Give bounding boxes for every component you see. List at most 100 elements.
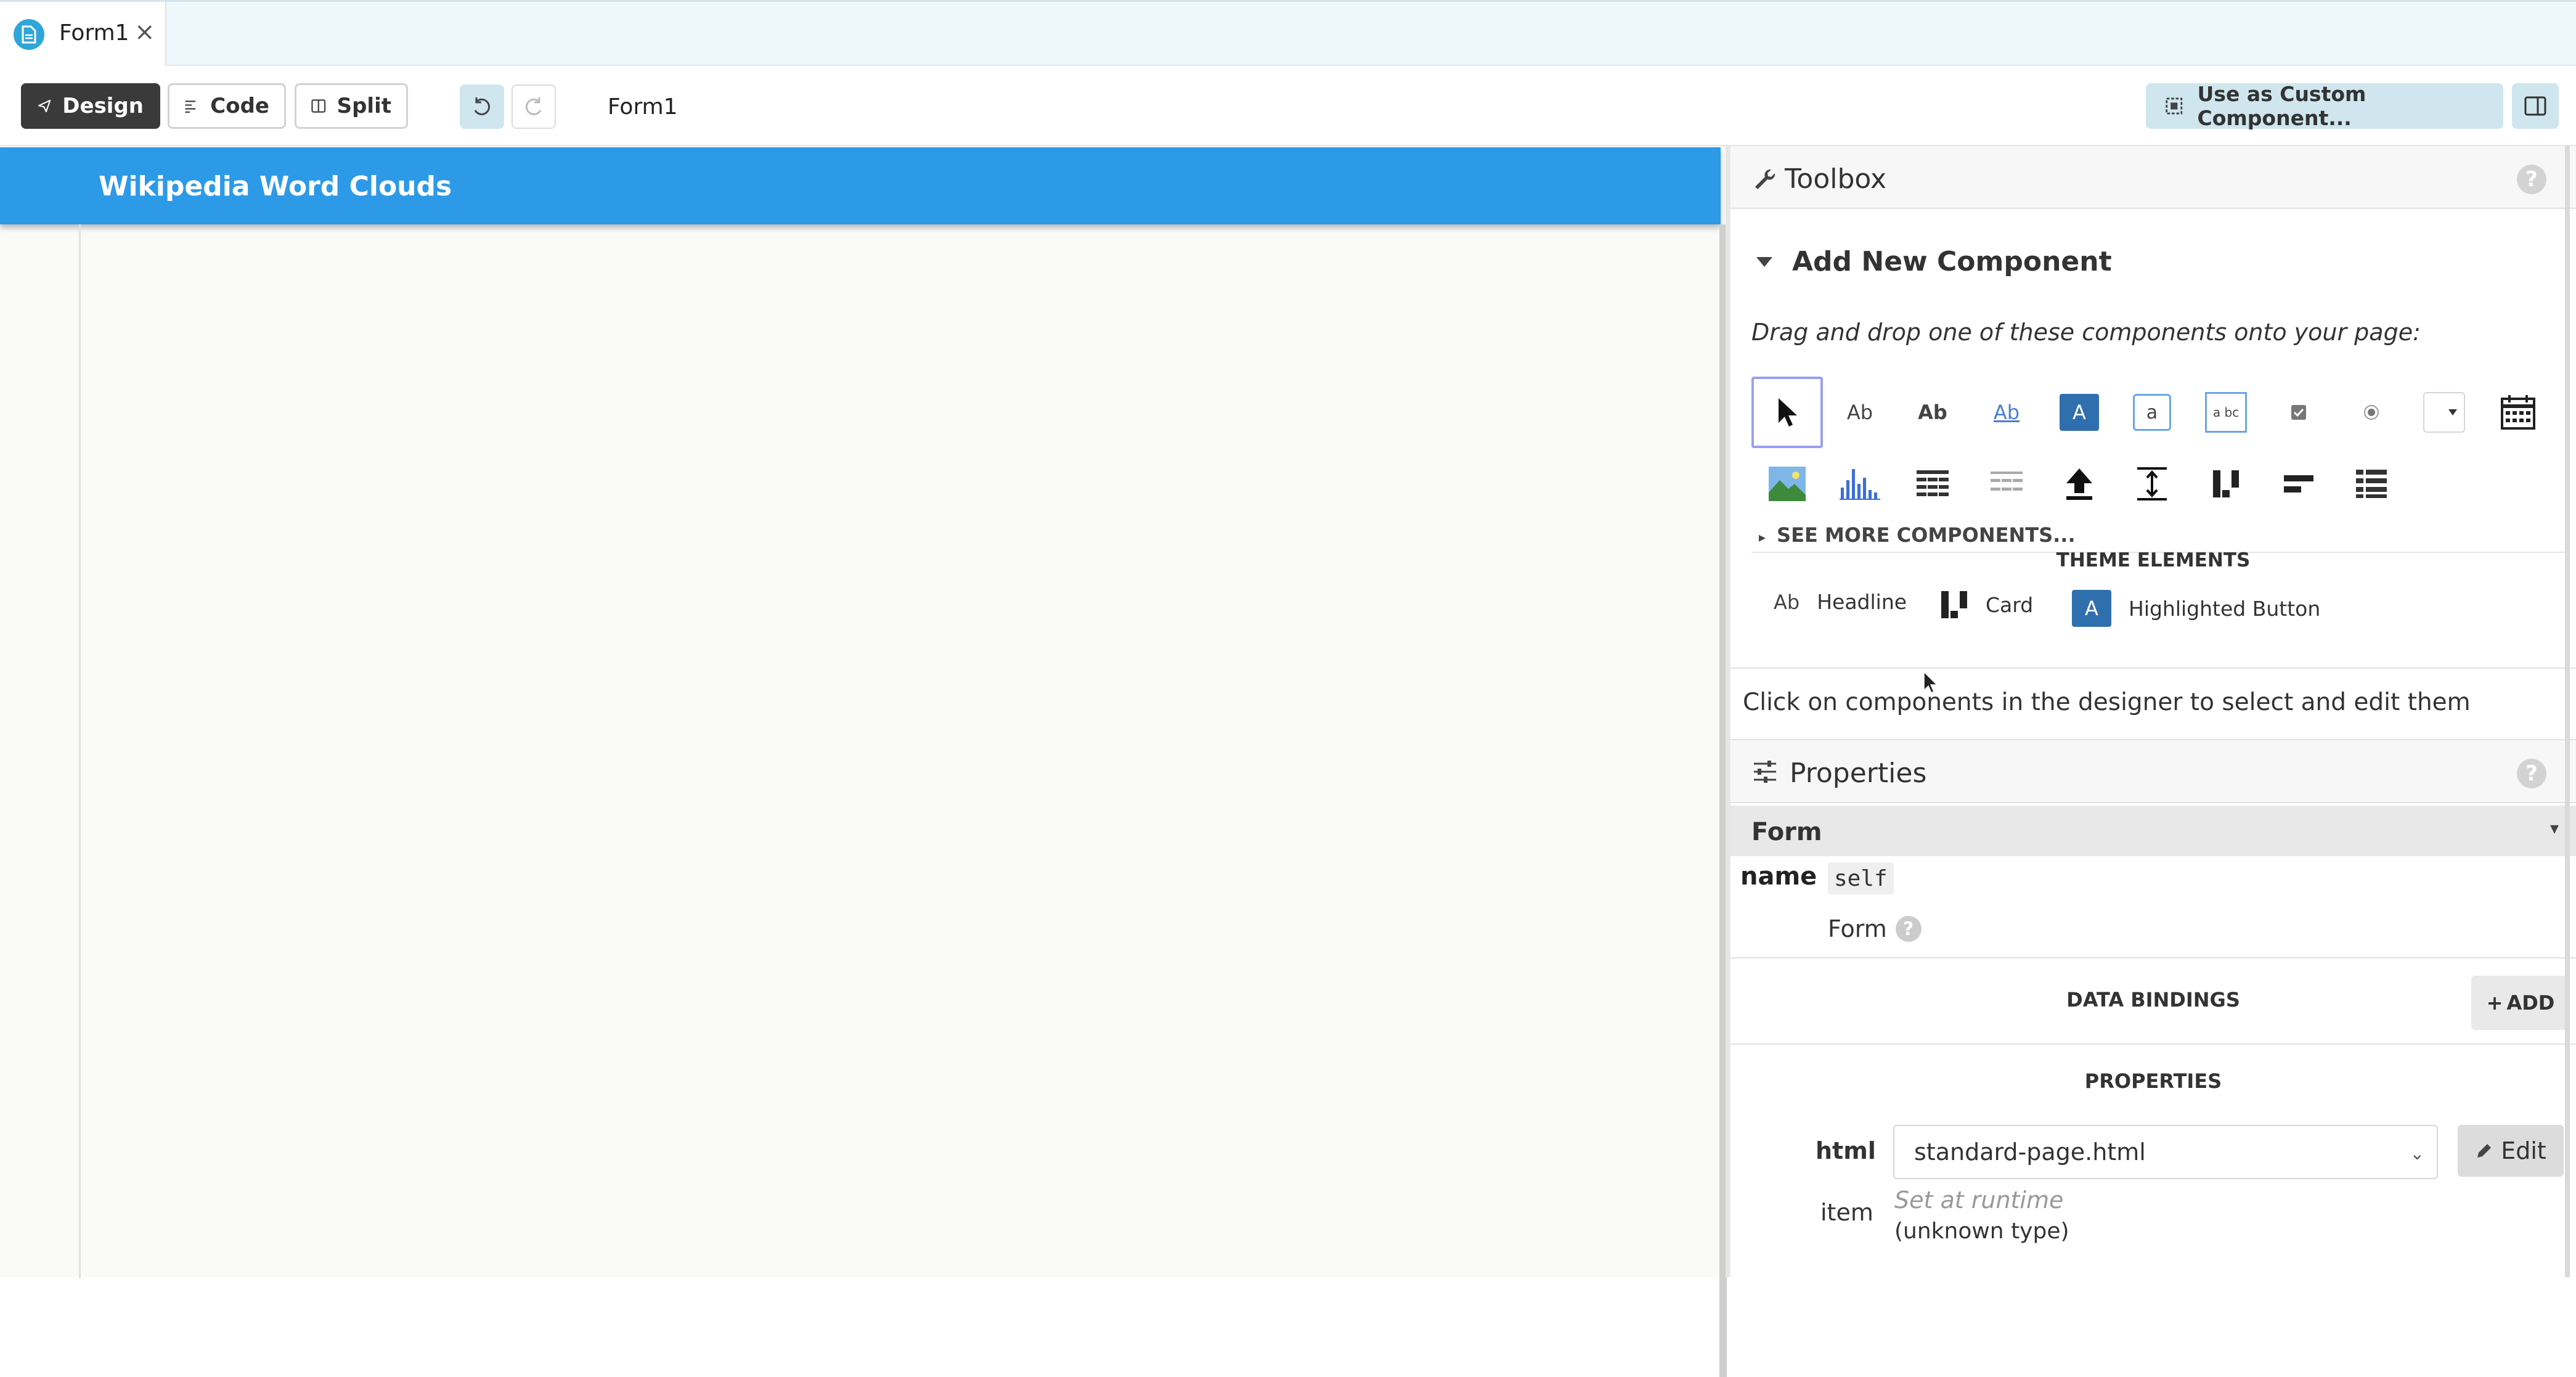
- file-loader-component[interactable]: [2044, 448, 2115, 520]
- form-header-label: Form: [1751, 818, 1822, 846]
- redo-button[interactable]: [512, 84, 556, 129]
- theme-item-headline[interactable]: Ab Headline: [1774, 590, 1907, 614]
- theme-item-card[interactable]: Card: [1940, 590, 2033, 619]
- spacer-component[interactable]: [2116, 448, 2188, 520]
- toggle-panel-button[interactable]: [2512, 83, 2559, 129]
- panel-scrollbar[interactable]: [2565, 146, 2570, 1277]
- properties-title: Properties: [1790, 758, 1927, 789]
- properties-header[interactable]: Properties ?: [1730, 739, 2576, 803]
- properties-section-title: PROPERTIES: [2084, 1069, 2222, 1093]
- upload-icon: [2066, 468, 2092, 500]
- chevron-down-icon: ⌄: [2410, 1143, 2424, 1164]
- form-file-icon: [14, 19, 44, 50]
- app-header-bar[interactable]: Wikipedia Word Clouds: [0, 147, 1721, 224]
- image-component[interactable]: [1751, 448, 1823, 520]
- column-panel-component[interactable]: [2190, 448, 2262, 520]
- linear-panel-icon: [2356, 470, 2387, 498]
- highlighted-button-icon: A: [2072, 590, 2111, 627]
- html-select-value: standard-page.html: [1914, 1138, 2146, 1166]
- toolbar: Design Code Split Form1 Use as Custom Co…: [0, 66, 2576, 146]
- sliders-icon: [1754, 761, 1776, 783]
- toolbox-help-icon[interactable]: ?: [2517, 165, 2546, 194]
- plot-component[interactable]: [1824, 448, 1896, 520]
- split-button[interactable]: Split: [295, 83, 408, 129]
- caret-down-icon: [1756, 256, 1772, 267]
- html-select[interactable]: standard-page.html ⌄: [1893, 1125, 2438, 1179]
- redo-icon: [525, 97, 542, 115]
- radio-icon: [2364, 405, 2379, 420]
- calendar-icon: [2501, 395, 2535, 430]
- panel-divider[interactable]: [1726, 146, 1730, 1277]
- tab-close-icon[interactable]: ×: [134, 18, 155, 46]
- see-more-components[interactable]: ▸ SEE MORE COMPONENTS...: [1759, 523, 2076, 547]
- theme-item-label: Card: [1986, 592, 2034, 617]
- click-hint-text: Click on components in the designer to s…: [1743, 688, 2471, 716]
- pointer-tool[interactable]: [1751, 377, 1823, 448]
- data-grid-component[interactable]: [1897, 448, 1968, 520]
- code-button[interactable]: Code: [168, 83, 286, 129]
- linear-panel-component[interactable]: [2336, 448, 2407, 520]
- repeating-panel-icon: [1991, 472, 2023, 491]
- dropdown-component[interactable]: [2408, 377, 2480, 448]
- label-component[interactable]: Ab: [1824, 377, 1896, 448]
- use-as-custom-component-button[interactable]: Use as Custom Component...: [2146, 82, 2503, 130]
- checkbox-component[interactable]: [2263, 377, 2334, 448]
- card-icon: [1941, 591, 1967, 618]
- data-bindings-title: DATA BINDINGS: [2066, 988, 2240, 1011]
- sidebar-panel-icon: [2524, 96, 2546, 116]
- flow-panel-component[interactable]: [2263, 448, 2334, 520]
- custom-component-label: Use as Custom Component...: [2197, 82, 2366, 130]
- add-label: ADD: [2506, 991, 2555, 1015]
- theme-item-label: Highlighted Button: [2129, 596, 2321, 621]
- radio-button-component[interactable]: [2336, 377, 2407, 448]
- split-label: Split: [336, 94, 391, 118]
- repeating-panel-component[interactable]: [1971, 448, 2042, 520]
- textbox-component-icon: a: [2133, 394, 2171, 431]
- mouse-cursor-icon: [1923, 671, 1938, 694]
- item-type: (unknown type): [1894, 1219, 2069, 1244]
- pencil-icon: [2477, 1144, 2492, 1158]
- textarea-component[interactable]: a bc: [2190, 377, 2262, 448]
- item-hint: Set at runtime: [1894, 1187, 2064, 1214]
- drag-instructions: Drag and drop one of these components on…: [1751, 319, 2421, 346]
- rich-text-component[interactable]: Ab: [1897, 377, 1968, 448]
- label-component-text: Ab: [1846, 401, 1873, 424]
- headline-icon: Ab: [1774, 590, 1800, 614]
- form-selector[interactable]: Form ▾: [1730, 806, 2576, 856]
- rich-text-component-text: Ab: [1918, 401, 1947, 424]
- link-component-text: Ab: [1993, 401, 2020, 424]
- see-more-label: SEE MORE COMPONENTS...: [1777, 523, 2076, 547]
- theme-elements-title: THEME ELEMENTS: [2056, 549, 2251, 571]
- tab-bar: Form1 ×: [0, 0, 2576, 66]
- add-binding-button[interactable]: + ADD: [2471, 976, 2570, 1030]
- app-title[interactable]: Wikipedia Word Clouds: [99, 171, 452, 202]
- add-new-component-toggle[interactable]: Add New Component: [1755, 246, 2112, 277]
- canvas-gutter: [79, 224, 81, 1278]
- tab-form1[interactable]: Form1 ×: [0, 2, 166, 66]
- paper-plane-icon: [38, 99, 51, 113]
- edit-html-button[interactable]: Edit: [2458, 1125, 2564, 1177]
- button-component[interactable]: A: [2044, 377, 2115, 448]
- button-component-icon: A: [2060, 394, 2099, 431]
- spacer-icon: [2137, 467, 2167, 501]
- split-view-icon: [311, 99, 326, 113]
- name-value[interactable]: self: [1828, 862, 1894, 894]
- image-landscape-icon: [1769, 467, 1806, 501]
- date-picker-component[interactable]: [2482, 377, 2554, 448]
- form-type-help-icon[interactable]: ?: [1895, 916, 1922, 942]
- data-grid-icon: [1917, 470, 1949, 496]
- theme-item-highlighted-button[interactable]: A Highlighted Button: [2072, 590, 2320, 627]
- design-canvas[interactable]: Wikipedia Word Clouds: [0, 146, 1727, 1377]
- right-panel: Toolbox ? Add New Component Drag and dro…: [1730, 146, 2576, 1277]
- link-component[interactable]: Ab: [1971, 377, 2042, 448]
- form-type: Form ?: [1828, 915, 1922, 942]
- properties-help-icon[interactable]: ?: [2517, 759, 2546, 788]
- toolbox-header[interactable]: Toolbox ?: [1730, 146, 2576, 209]
- undo-button[interactable]: [460, 84, 504, 129]
- textbox-component[interactable]: a: [2116, 377, 2188, 448]
- add-new-component-label: Add New Component: [1792, 246, 2112, 277]
- edit-label: Edit: [2501, 1137, 2546, 1164]
- design-button[interactable]: Design: [21, 83, 160, 129]
- item-label: item: [1820, 1199, 1873, 1226]
- textarea-component-icon: a bc: [2205, 392, 2247, 433]
